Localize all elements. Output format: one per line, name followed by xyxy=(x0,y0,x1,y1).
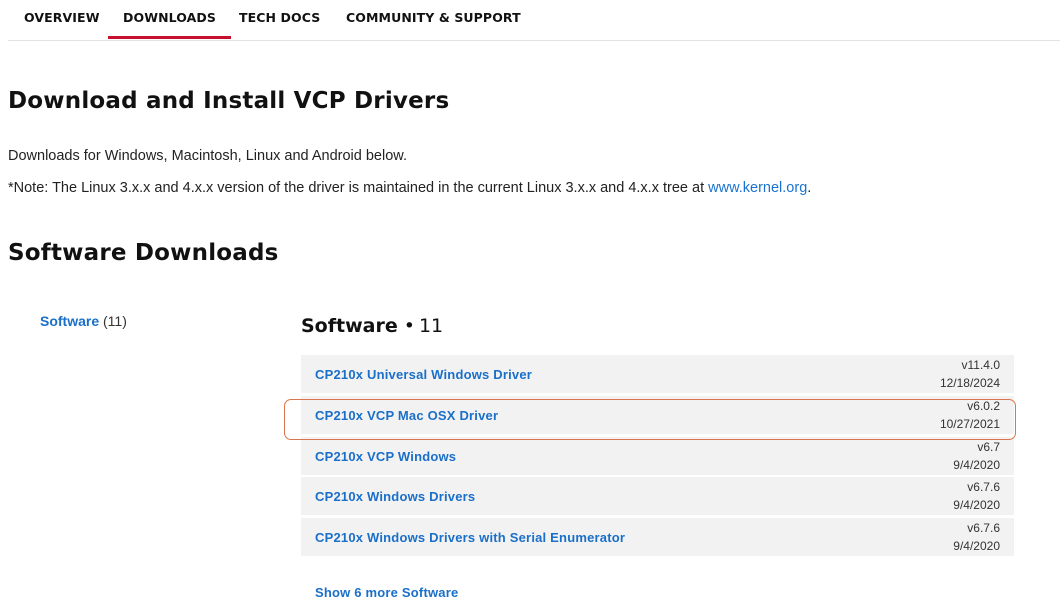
software-list-heading: Software • 11 xyxy=(301,315,443,337)
software-date: 9/4/2020 xyxy=(953,457,1000,472)
software-name-link[interactable]: CP210x Universal Windows Driver xyxy=(315,367,532,382)
software-date: 9/4/2020 xyxy=(953,539,1000,553)
software-version: v6.7 xyxy=(977,439,1000,454)
software-row[interactable]: CP210x VCP Mac OSX Driver v6.0.2 10/27/2… xyxy=(301,395,1014,434)
note-text: *Note: The Linux 3.x.x and 4.x.x version… xyxy=(8,180,709,196)
tab-downloads[interactable]: DOWNLOADS xyxy=(107,0,232,39)
software-list: CP210x Universal Windows Driver v11.4.0 … xyxy=(301,355,1014,559)
intro-text: Downloads for Windows, Macintosh, Linux … xyxy=(8,148,407,164)
software-row[interactable]: CP210x Windows Drivers v6.7.6 9/4/2020 xyxy=(301,477,1014,516)
software-filter-link[interactable]: Software xyxy=(40,313,99,329)
tab-tech-docs[interactable]: TECH DOCS xyxy=(239,0,320,38)
list-heading-count: 11 xyxy=(418,315,444,337)
software-name-link[interactable]: CP210x VCP Windows xyxy=(315,449,456,464)
software-version: v6.7.6 xyxy=(967,521,1000,535)
software-filter-count: (11) xyxy=(103,313,127,329)
page: OVERVIEW DOWNLOADS TECH DOCS COMMUNITY &… xyxy=(0,0,1060,598)
software-name-link[interactable]: CP210x VCP Mac OSX Driver xyxy=(315,408,498,423)
tab-overview[interactable]: OVERVIEW xyxy=(24,0,100,38)
software-version: v6.0.2 xyxy=(967,398,1000,413)
software-date: 10/27/2021 xyxy=(939,416,1000,431)
software-row[interactable]: CP210x VCP Windows v6.7 9/4/2020 xyxy=(301,436,1014,475)
show-more-software-link[interactable]: Show 6 more Software xyxy=(315,585,458,598)
note-suffix: . xyxy=(807,180,812,196)
software-row[interactable]: CP210x Universal Windows Driver v11.4.0 … xyxy=(301,355,1014,393)
software-version: v6.7.6 xyxy=(967,480,1000,495)
list-heading-separator: • xyxy=(403,315,415,337)
software-name-link[interactable]: CP210x Windows Drivers xyxy=(315,489,475,504)
software-filter: Software (11) xyxy=(40,313,127,329)
software-name-link[interactable]: CP210x Windows Drivers with Serial Enume… xyxy=(315,530,625,545)
software-date: 12/18/2024 xyxy=(939,376,1000,390)
page-title: Download and Install VCP Drivers xyxy=(8,88,450,114)
software-date: 9/4/2020 xyxy=(953,498,1000,513)
software-downloads-heading: Software Downloads xyxy=(8,240,279,266)
linux-note: *Note: The Linux 3.x.x and 4.x.x version… xyxy=(8,180,811,196)
tab-bar: OVERVIEW DOWNLOADS TECH DOCS COMMUNITY &… xyxy=(8,0,1060,41)
kernel-org-link[interactable]: www.kernel.org xyxy=(708,180,807,196)
software-row[interactable]: CP210x Windows Drivers with Serial Enume… xyxy=(301,518,1014,556)
list-heading-label: Software xyxy=(301,315,398,337)
tab-community-support[interactable]: COMMUNITY & SUPPORT xyxy=(346,0,521,38)
software-version: v11.4.0 xyxy=(961,358,1000,372)
